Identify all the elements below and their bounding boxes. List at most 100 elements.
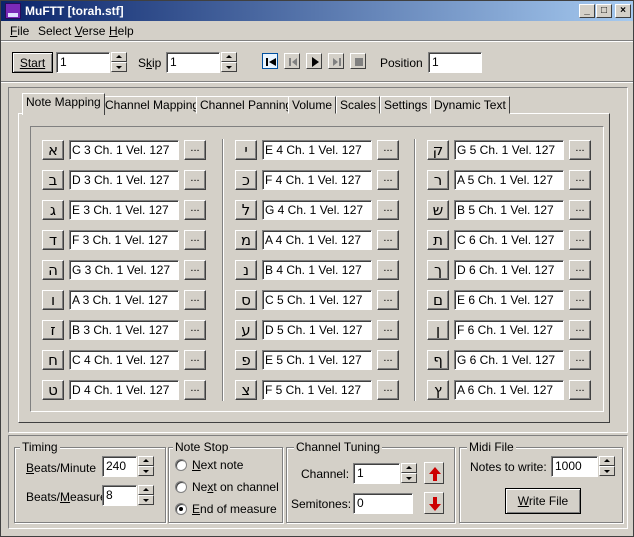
spin-up-icon[interactable] — [401, 463, 417, 473]
tab-channel-panning[interactable]: Channel Panning — [196, 96, 297, 114]
note-letter-button[interactable]: ה — [42, 260, 64, 280]
spin-down-icon[interactable] — [138, 495, 154, 505]
note-mapping-field[interactable]: G 6 Ch. 1 Vel. 127 — [454, 350, 564, 370]
note-mapping-field[interactable]: C 4 Ch. 1 Vel. 127 — [69, 350, 179, 370]
skip-input[interactable]: 1 — [166, 52, 220, 73]
next-on-channel-label[interactable]: Next on channel — [192, 480, 279, 494]
note-mapping-field[interactable]: C 6 Ch. 1 Vel. 127 — [454, 230, 564, 250]
spin-down-icon[interactable] — [221, 62, 237, 72]
note-letter-button[interactable]: ב — [42, 170, 64, 190]
note-letter-button[interactable]: ל — [235, 200, 257, 220]
note-letter-button[interactable]: ו — [42, 290, 64, 310]
step-back-button[interactable] — [284, 53, 300, 69]
tab-note-mapping[interactable]: Note Mapping — [22, 93, 105, 115]
note-mapping-field[interactable]: E 4 Ch. 1 Vel. 127 — [262, 140, 372, 160]
tab-dynamic-text[interactable]: Dynamic Text — [430, 96, 510, 114]
spin-up-icon[interactable] — [599, 456, 615, 466]
rewind-to-start-button[interactable] — [262, 53, 278, 69]
radio-next-on-channel[interactable] — [175, 481, 187, 493]
spin-down-icon[interactable] — [111, 62, 127, 72]
app-icon[interactable] — [5, 3, 21, 19]
title-bar[interactable]: MuFTT [torah.stf] _ □ × — [1, 1, 633, 21]
menu-help[interactable]: Help — [109, 24, 134, 38]
note-mapping-field[interactable]: G 5 Ch. 1 Vel. 127 — [454, 140, 564, 160]
note-letter-button[interactable]: כ — [235, 170, 257, 190]
radio-next-note[interactable] — [175, 459, 187, 471]
tune-up-button[interactable] — [424, 462, 444, 484]
spin-down-icon[interactable] — [138, 466, 154, 476]
note-edit-button[interactable]: ... — [184, 380, 206, 400]
note-mapping-field[interactable]: E 3 Ch. 1 Vel. 127 — [69, 200, 179, 220]
start-spinner[interactable] — [111, 52, 127, 73]
write-file-button[interactable]: Write File — [505, 488, 581, 514]
note-edit-button[interactable]: ... — [377, 320, 399, 340]
note-letter-button[interactable]: ק — [427, 140, 449, 160]
spin-up-icon[interactable] — [221, 52, 237, 62]
spin-up-icon[interactable] — [111, 52, 127, 62]
note-edit-button[interactable]: ... — [569, 290, 591, 310]
note-letter-button[interactable]: ץ — [427, 380, 449, 400]
note-edit-button[interactable]: ... — [184, 320, 206, 340]
note-mapping-field[interactable]: D 6 Ch. 1 Vel. 127 — [454, 260, 564, 280]
note-letter-button[interactable]: א — [42, 140, 64, 160]
note-edit-button[interactable]: ... — [184, 290, 206, 310]
note-mapping-field[interactable]: F 4 Ch. 1 Vel. 127 — [262, 170, 372, 190]
note-letter-button[interactable]: ש — [427, 200, 449, 220]
note-mapping-field[interactable]: F 5 Ch. 1 Vel. 127 — [262, 380, 372, 400]
note-edit-button[interactable]: ... — [569, 380, 591, 400]
note-letter-button[interactable]: ף — [427, 350, 449, 370]
channel-input[interactable]: 1 — [353, 463, 400, 484]
spin-up-icon[interactable] — [138, 456, 154, 466]
note-edit-button[interactable]: ... — [377, 200, 399, 220]
note-mapping-field[interactable]: B 3 Ch. 1 Vel. 127 — [69, 320, 179, 340]
note-edit-button[interactable]: ... — [184, 140, 206, 160]
tab-scales[interactable]: Scales — [336, 96, 381, 114]
note-letter-button[interactable]: ג — [42, 200, 64, 220]
note-mapping-field[interactable]: C 5 Ch. 1 Vel. 127 — [262, 290, 372, 310]
spin-down-icon[interactable] — [599, 466, 615, 476]
note-edit-button[interactable]: ... — [569, 320, 591, 340]
note-letter-button[interactable]: צ — [235, 380, 257, 400]
position-input[interactable]: 1 — [428, 52, 482, 73]
step-forward-button[interactable] — [328, 53, 344, 69]
note-letter-button[interactable]: ת — [427, 230, 449, 250]
note-edit-button[interactable]: ... — [184, 260, 206, 280]
tab-channel-mapping[interactable]: Channel Mapping — [101, 96, 204, 114]
beats-per-minute-spinner[interactable] — [138, 456, 154, 477]
skip-spinner[interactable] — [221, 52, 237, 73]
menu-select-verse[interactable]: Select Verse — [38, 24, 105, 38]
notes-to-write-input[interactable]: 1000 — [551, 456, 598, 477]
start-input[interactable]: 1 — [56, 52, 110, 73]
note-letter-button[interactable]: מ — [235, 230, 257, 250]
note-mapping-field[interactable]: D 4 Ch. 1 Vel. 127 — [69, 380, 179, 400]
note-letter-button[interactable]: ע — [235, 320, 257, 340]
note-letter-button[interactable]: ס — [235, 290, 257, 310]
semitones-input[interactable]: 0 — [353, 493, 413, 514]
channel-spinner[interactable] — [401, 463, 417, 484]
beats-per-measure-spinner[interactable] — [138, 485, 154, 506]
note-edit-button[interactable]: ... — [377, 140, 399, 160]
note-edit-button[interactable]: ... — [569, 350, 591, 370]
next-note-label[interactable]: Next note — [192, 458, 243, 472]
notes-to-write-spinner[interactable] — [599, 456, 615, 477]
note-mapping-field[interactable]: F 3 Ch. 1 Vel. 127 — [69, 230, 179, 250]
note-mapping-field[interactable]: A 4 Ch. 1 Vel. 127 — [262, 230, 372, 250]
note-edit-button[interactable]: ... — [184, 170, 206, 190]
note-mapping-field[interactable]: B 5 Ch. 1 Vel. 127 — [454, 200, 564, 220]
note-edit-button[interactable]: ... — [569, 260, 591, 280]
tab-volume[interactable]: Volume — [288, 96, 337, 114]
note-edit-button[interactable]: ... — [184, 230, 206, 250]
stop-button[interactable] — [350, 53, 366, 69]
note-mapping-field[interactable]: E 6 Ch. 1 Vel. 127 — [454, 290, 564, 310]
note-letter-button[interactable]: ן — [427, 320, 449, 340]
note-edit-button[interactable]: ... — [377, 290, 399, 310]
minimize-button[interactable]: _ — [579, 4, 595, 18]
note-mapping-field[interactable]: G 4 Ch. 1 Vel. 127 — [262, 200, 372, 220]
note-mapping-field[interactable]: F 6 Ch. 1 Vel. 127 — [454, 320, 564, 340]
note-letter-button[interactable]: ד — [42, 230, 64, 250]
note-mapping-field[interactable]: E 5 Ch. 1 Vel. 127 — [262, 350, 372, 370]
note-letter-button[interactable]: ח — [42, 350, 64, 370]
note-letter-button[interactable]: ך — [427, 260, 449, 280]
note-edit-button[interactable]: ... — [377, 260, 399, 280]
note-letter-button[interactable]: ט — [42, 380, 64, 400]
